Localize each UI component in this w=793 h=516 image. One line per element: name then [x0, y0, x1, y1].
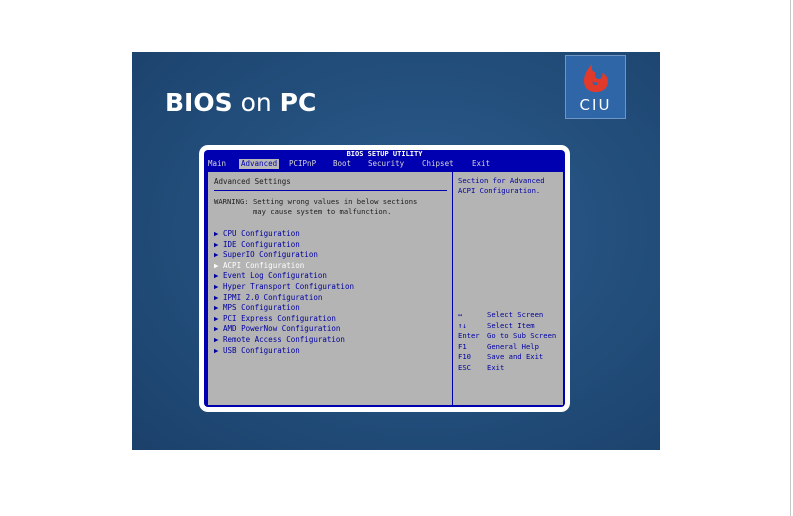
- menu-item-usb-configuration[interactable]: ▶ USB Configuration: [214, 346, 447, 357]
- bios-menu-bar: Main Advanced PCIPnP Boot Security Chipset Exi…: [204, 159, 565, 169]
- menu-item-superio-configuration[interactable]: ▶ SuperIO Configuration: [214, 250, 447, 261]
- configuration-menu-list: ▶ CPU Configuration ▶ IDE Configuration ▶ …: [214, 229, 447, 356]
- logo-text: CIU: [579, 96, 612, 114]
- menu-item-hyper-transport-configuration[interactable]: ▶ Hyper Transport Configuration: [214, 282, 447, 293]
- key-description: General Help: [487, 341, 539, 351]
- key-legend-row: F10 Save and Exit: [458, 352, 562, 363]
- key-label: ↑↓: [458, 320, 467, 330]
- menu-item-amd-powernow-configuration[interactable]: ▶ AMD PowerNow Configuration: [214, 324, 447, 335]
- tab-exit[interactable]: Exit: [470, 159, 492, 169]
- slide-title-on: on: [232, 88, 280, 117]
- slide-title-pc: PC: [279, 88, 317, 117]
- section-rule: [214, 190, 447, 191]
- key-legend-row: ESC Exit: [458, 363, 562, 374]
- panel-divider: [452, 172, 453, 405]
- key-label: F1: [458, 341, 467, 351]
- slide-title-bios: BIOS: [165, 88, 233, 117]
- key-label: Enter: [458, 331, 480, 340]
- tab-main[interactable]: Main: [206, 159, 228, 169]
- key-description: Save and Exit: [487, 352, 544, 361]
- key-description: Select Item: [487, 320, 535, 330]
- menu-item-cpu-configuration[interactable]: ▶ CPU Configuration: [214, 229, 447, 240]
- item-help-text: Section for Advanced ACPI Configuration.: [458, 176, 545, 195]
- flame-drop-icon: [584, 64, 608, 92]
- ciu-logo: CIU: [565, 55, 626, 119]
- warning-text: WARNING: Setting wrong values in below s…: [214, 197, 418, 216]
- tab-security[interactable]: Security: [366, 159, 406, 169]
- key-legend: ↔ Select Screen ↑↓ Select Item Enter Go to Su…: [458, 310, 562, 373]
- key-description: Go to Sub Screen: [487, 331, 557, 340]
- menu-item-ide-configuration[interactable]: ▶ IDE Configuration: [214, 240, 447, 251]
- slide-title: BIOS on PC: [165, 88, 316, 118]
- bios-utility-title: BIOS SETUP UTILITY: [346, 150, 423, 158]
- menu-item-mps-configuration[interactable]: ▶ MPS Configuration: [214, 303, 447, 314]
- menu-item-acpi-configuration[interactable]: ▶ ACPI Configuration: [214, 261, 447, 272]
- menu-item-remote-access-configuration[interactable]: ▶ Remote Access Configuration: [214, 335, 447, 346]
- tab-advanced[interactable]: Advanced: [239, 159, 280, 169]
- key-description: Select Screen: [487, 310, 544, 319]
- key-label: ESC: [458, 362, 471, 372]
- key-label: ↔: [458, 310, 463, 319]
- bios-main-panel: Advanced Settings WARNING: Setting wrong…: [207, 171, 564, 406]
- presentation-slide: BIOS on PC CIU BIOS SETUP UTILITY Main Ad…: [132, 52, 660, 450]
- tab-boot[interactable]: Boot: [331, 159, 353, 169]
- menu-item-ipmi-2-0-configuration[interactable]: ▶ IPMI 2.0 Configuration: [214, 293, 447, 304]
- key-legend-row: Enter Go to Sub Screen: [458, 331, 562, 342]
- key-label: F10: [458, 352, 471, 361]
- section-title: Advanced Settings: [214, 177, 291, 186]
- menu-item-event-log-configuration[interactable]: ▶ Event Log Configuration: [214, 271, 447, 282]
- key-legend-row: ↔ Select Screen: [458, 310, 562, 321]
- key-legend-row: F1 General Help: [458, 342, 562, 353]
- key-legend-row: ↑↓ Select Item: [458, 321, 562, 332]
- key-description: Exit: [487, 362, 505, 372]
- page-edge-rule: [790, 0, 791, 516]
- tab-chipset[interactable]: Chipset: [420, 159, 456, 169]
- menu-item-pci-express-configuration[interactable]: ▶ PCI Express Configuration: [214, 314, 447, 325]
- bios-setup-screen: BIOS SETUP UTILITY Main Advanced PCIPnP Boo…: [204, 150, 565, 407]
- bios-screenshot-frame: BIOS SETUP UTILITY Main Advanced PCIPnP Boo…: [199, 145, 570, 412]
- tab-pcipnp[interactable]: PCIPnP: [287, 159, 318, 169]
